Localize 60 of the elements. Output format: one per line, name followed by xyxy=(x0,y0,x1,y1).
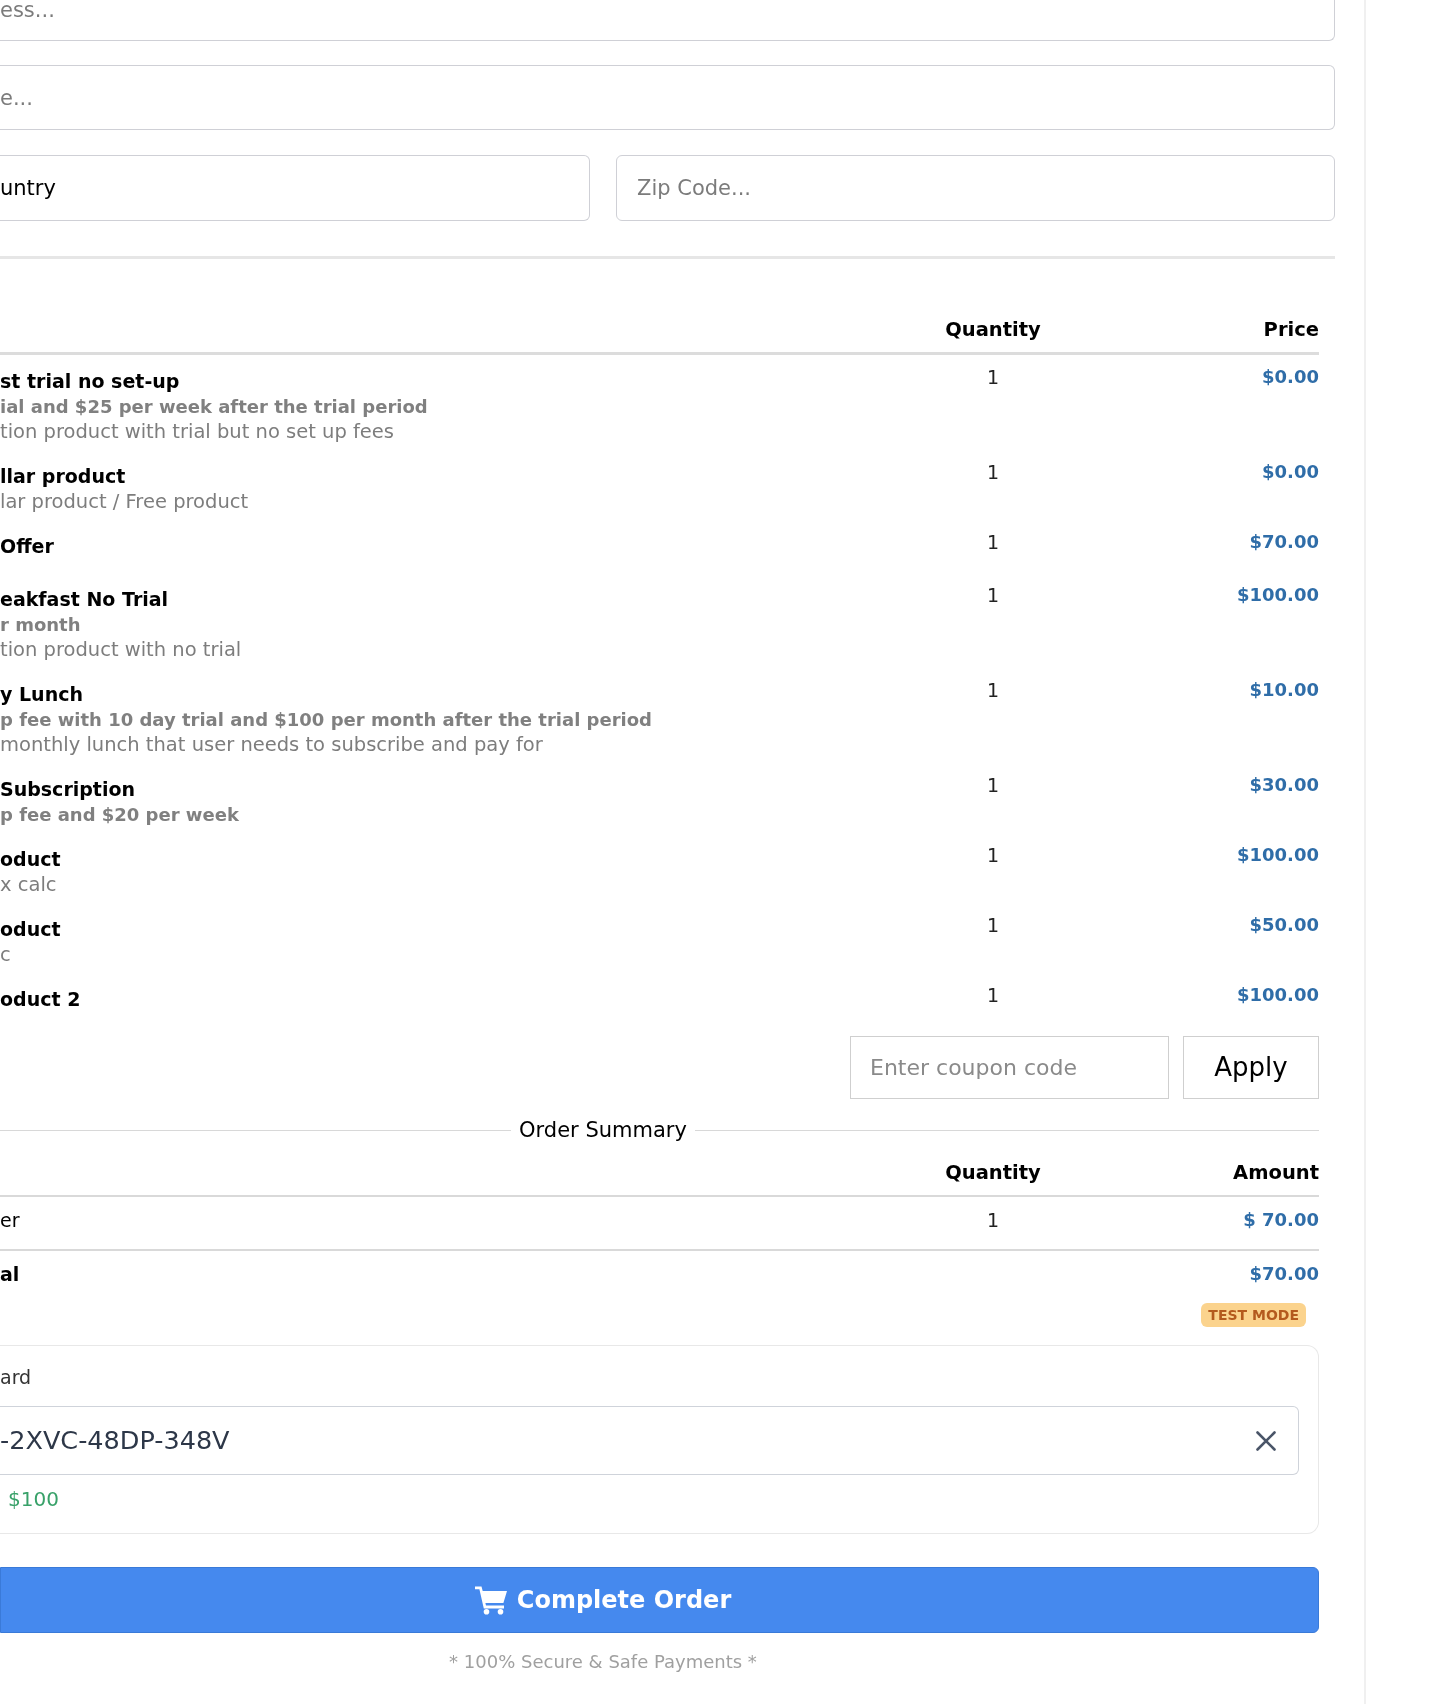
balance-text: $100 xyxy=(8,1487,59,1511)
quantity-text: 1 xyxy=(986,530,1000,554)
product-description: c xyxy=(0,942,11,967)
cart-icon xyxy=(474,1585,507,1615)
quantity-text: 1 xyxy=(986,983,1000,1007)
total-label: al xyxy=(0,1262,20,1286)
product-description: lar product / Free product xyxy=(0,489,249,514)
product-name: oduct xyxy=(0,917,61,942)
zip-code-field[interactable]: Zip Code... xyxy=(616,155,1335,221)
product-name: Offer xyxy=(0,534,54,559)
price-text: $100.00 xyxy=(1237,983,1319,1007)
column-header: Price xyxy=(1263,318,1319,342)
quantity-text: 1 xyxy=(986,913,1000,937)
quantity-text: 1 xyxy=(986,365,1000,389)
product-terms: ial and $25 per week after the trial period xyxy=(0,395,428,419)
quantity-text: 1 xyxy=(986,1208,1000,1232)
amount-text: $ 70.00 xyxy=(1243,1208,1319,1232)
column-header: Quantity xyxy=(945,318,1041,342)
apply-button[interactable]: Apply xyxy=(1183,1036,1319,1099)
item-name: er xyxy=(0,1209,20,1231)
price-text: $50.00 xyxy=(1249,913,1319,937)
gift-card-field[interactable]: -2XVC-48DP-348V xyxy=(0,1406,1299,1475)
country-select[interactable]: untry xyxy=(0,155,590,221)
product-name: oduct 2 xyxy=(0,987,81,1012)
column-header: Quantity xyxy=(945,1161,1041,1185)
price-text: $0.00 xyxy=(1262,460,1319,484)
product-terms: r month xyxy=(0,613,81,637)
close-icon[interactable] xyxy=(1256,1430,1276,1451)
section-title: Order Summary xyxy=(518,1118,688,1142)
price-text: $30.00 xyxy=(1249,773,1319,797)
product-name: oduct xyxy=(0,847,61,872)
product-name: eakfast No Trial xyxy=(0,587,169,612)
price-text: $0.00 xyxy=(1262,365,1319,389)
input-field[interactable]: e... xyxy=(0,65,1335,130)
quantity-text: 1 xyxy=(986,773,1000,797)
product-terms: p fee and $20 per week xyxy=(0,803,239,827)
price-text: $100.00 xyxy=(1237,583,1319,607)
column-header: Amount xyxy=(1233,1161,1319,1185)
product-description: x calc xyxy=(0,872,57,897)
quantity-text: 1 xyxy=(986,583,1000,607)
product-description: monthly lunch that user needs to subscribe and pay for xyxy=(0,732,543,757)
product-name: st trial no set-up xyxy=(0,369,180,394)
price-text: $70.00 xyxy=(1249,530,1319,554)
quantity-text: 1 xyxy=(986,460,1000,484)
product-name: llar product xyxy=(0,464,126,489)
product-name: Subscription xyxy=(0,777,136,802)
coupon-field[interactable]: Enter coupon code xyxy=(850,1036,1169,1099)
product-name: y Lunch xyxy=(0,682,83,707)
product-description: tion product with no trial xyxy=(0,637,242,662)
input-field[interactable]: ess... xyxy=(0,0,1335,41)
total-amount: $70.00 xyxy=(1249,1262,1319,1286)
test-mode-badge: TEST MODE xyxy=(1201,1303,1306,1327)
product-description: tion product with trial but no set up fees xyxy=(0,419,394,444)
product-terms: p fee with 10 day trial and $100 per month after the trial period xyxy=(0,708,652,732)
price-text: $10.00 xyxy=(1249,678,1319,702)
quantity-text: 1 xyxy=(986,678,1000,702)
price-text: $100.00 xyxy=(1237,843,1319,867)
field-label: ard xyxy=(0,1365,32,1389)
quantity-text: 1 xyxy=(986,843,1000,867)
security-note: * 100% Secure & Safe Payments * xyxy=(449,1650,757,1674)
